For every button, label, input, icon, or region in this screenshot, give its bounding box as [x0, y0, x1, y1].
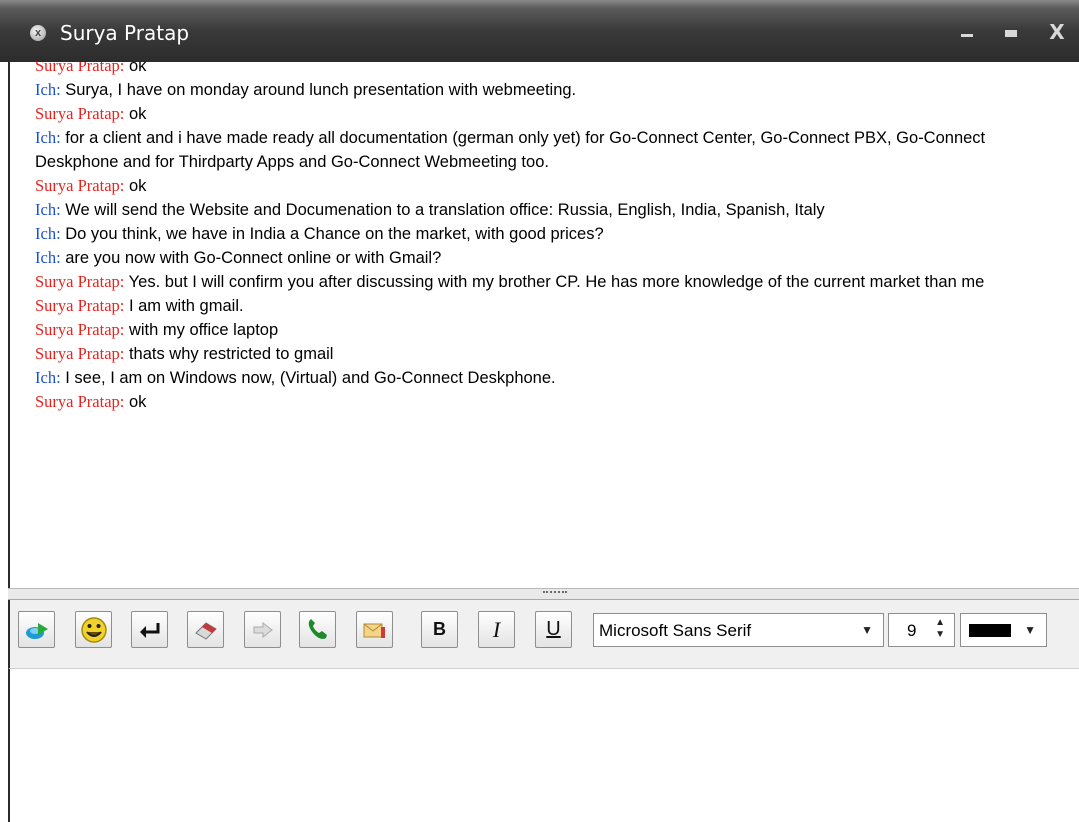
message-text: Surya, I have on monday around lunch pre… — [65, 81, 577, 99]
forward-button[interactable] — [244, 611, 281, 648]
chevron-down-icon: ▼ — [861, 623, 873, 637]
message-input[interactable] — [8, 668, 1079, 822]
chat-message: Ich: for a client and i have made ready … — [10, 126, 1079, 174]
eraser-icon — [194, 621, 217, 640]
chat-message: Surya Pratap: Yes. but I will confirm yo… — [10, 270, 1079, 294]
font-size-stepper[interactable]: 9 ▲ ▼ — [888, 613, 955, 647]
emoticon-icon — [80, 616, 107, 643]
chat-message: Ich: I see, I am on Windows now, (Virtua… — [10, 366, 1079, 390]
text-color-select[interactable]: ▼ — [960, 613, 1047, 647]
send-file-button[interactable] — [18, 611, 55, 648]
close-circle-icon[interactable]: x — [30, 25, 46, 41]
message-sender: Surya Pratap: — [35, 320, 125, 339]
font-size-value: 9 — [907, 621, 917, 640]
message-text: with my office laptop — [128, 321, 279, 339]
mail-button[interactable] — [356, 611, 393, 648]
title-bar: x Surya Pratap X — [0, 0, 1079, 62]
chat-history[interactable]: Surya Pratap: ok Ich: Surya, I have on mo… — [8, 62, 1079, 588]
message-text: I see, I am on Windows now, (Virtual) an… — [65, 369, 556, 387]
enter-to-send-button[interactable] — [131, 611, 168, 648]
color-swatch — [969, 624, 1011, 637]
message-sender: Ich: — [35, 128, 61, 147]
chat-message: Surya Pratap: with my office laptop — [10, 318, 1079, 342]
message-sender: Ich: — [35, 224, 61, 243]
message-sender: Ich: — [35, 248, 61, 267]
italic-button[interactable]: I — [478, 611, 515, 648]
chat-message: Surya Pratap: ok — [10, 62, 1079, 78]
emoticon-button[interactable] — [75, 611, 112, 648]
message-sender: Surya Pratap: — [35, 392, 125, 411]
message-text: ok — [128, 177, 147, 195]
spinner-icon[interactable]: ▲ ▼ — [935, 617, 945, 641]
message-sender: Surya Pratap: — [35, 344, 125, 363]
maximize-icon — [1005, 30, 1017, 37]
message-text: I am with gmail. — [128, 297, 244, 315]
eraser-button[interactable] — [187, 611, 224, 648]
bold-button[interactable]: B — [421, 611, 458, 648]
underline-button[interactable]: U — [535, 611, 572, 648]
message-sender: Surya Pratap: — [35, 104, 125, 123]
minimize-button[interactable] — [952, 18, 982, 46]
message-text: Do you think, we have in India a Chance … — [65, 225, 604, 243]
chat-message: Ich: Surya, I have on monday around lunc… — [10, 78, 1079, 102]
message-sender: Ich: — [35, 368, 61, 387]
maximize-button[interactable] — [996, 18, 1026, 46]
minimize-icon — [961, 34, 973, 37]
message-sender: Surya Pratap: — [35, 176, 125, 195]
font-family-select[interactable]: Microsoft Sans Serif ▼ — [593, 613, 884, 647]
message-text: We will send the Website and Documenatio… — [65, 201, 825, 219]
chat-message: Ich: We will send the Website and Docume… — [10, 198, 1079, 222]
message-sender: Surya Pratap: — [35, 62, 125, 75]
chat-message: Surya Pratap: thats why restricted to gm… — [10, 342, 1079, 366]
message-text: ok — [128, 105, 147, 123]
chat-message: Surya Pratap: ok — [10, 102, 1079, 126]
message-sender: Ich: — [35, 80, 61, 99]
call-button[interactable] — [299, 611, 336, 648]
message-text: for a client and i have made ready all d… — [35, 129, 986, 171]
message-sender: Ich: — [35, 200, 61, 219]
mail-icon — [363, 623, 385, 638]
font-family-value: Microsoft Sans Serif — [599, 621, 752, 640]
close-button[interactable]: X — [1042, 18, 1072, 46]
message-text: Yes. but I will confirm you after discus… — [128, 273, 985, 291]
message-text: ok — [128, 62, 147, 75]
chat-message: Ich: Do you think, we have in India a Ch… — [10, 222, 1079, 246]
message-text: thats why restricted to gmail — [128, 345, 334, 363]
message-text: are you now with Go-Connect online or wi… — [65, 249, 442, 267]
message-text: ok — [128, 393, 147, 411]
phone-icon — [308, 618, 327, 639]
format-toolbar: B I U Microsoft Sans Serif ▼ 9 ▲ ▼ ▼ — [8, 600, 1079, 668]
chat-message: Ich: are you now with Go-Connect online … — [10, 246, 1079, 270]
send-file-icon — [25, 622, 48, 639]
chevron-down-icon: ▼ — [1024, 623, 1036, 637]
chat-message: Surya Pratap: I am with gmail. — [10, 294, 1079, 318]
chat-message: Surya Pratap: ok — [10, 174, 1079, 198]
enter-icon — [139, 622, 159, 638]
forward-icon — [253, 621, 273, 638]
grip-dots — [543, 591, 567, 596]
message-sender: Surya Pratap: — [35, 296, 125, 315]
message-sender: Surya Pratap: — [35, 272, 125, 291]
chat-message: Surya Pratap: ok — [10, 390, 1079, 414]
window-title: Surya Pratap — [60, 21, 190, 45]
